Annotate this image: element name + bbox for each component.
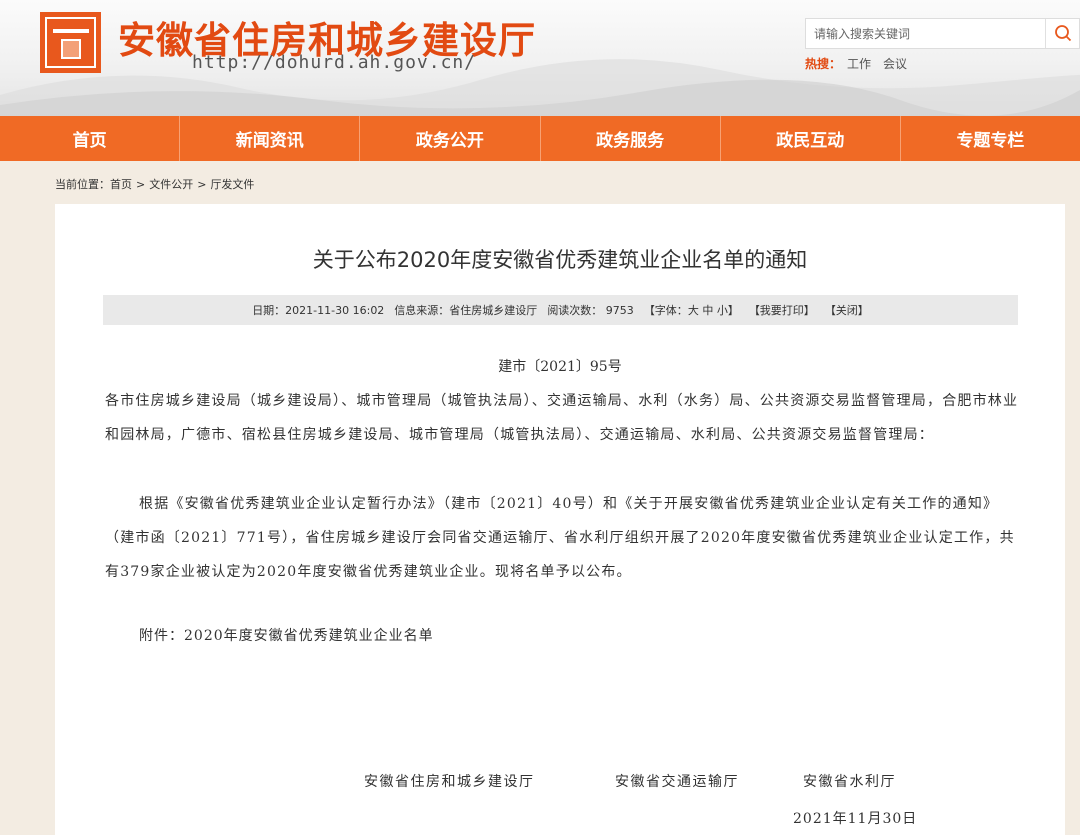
hot-search: 热搜： 工作 会议 bbox=[805, 55, 907, 72]
font-large-button[interactable]: 大 bbox=[688, 304, 699, 317]
search-input[interactable] bbox=[806, 19, 1046, 48]
close-button[interactable]: 【关闭】 bbox=[825, 302, 869, 318]
breadcrumb-separator: > bbox=[136, 178, 146, 191]
search-icon bbox=[1055, 25, 1072, 42]
main-nav: 首页 新闻资讯 政务公开 政务服务 政民互动 专题专栏 bbox=[0, 116, 1080, 161]
attachment-link[interactable]: 附件：2020年度安徽省优秀建筑业企业名单 bbox=[139, 625, 434, 645]
site-header: 安徽省住房和城乡建设厅 http://dohurd.ah.gov.cn/ 热搜：… bbox=[0, 0, 1080, 116]
font-medium-button[interactable]: 中 bbox=[702, 304, 713, 317]
body-paragraph: 根据《安徽省优秀建筑业企业认定暂行办法》（建市〔2021〕40号）和《关于开展安… bbox=[105, 496, 1015, 580]
site-url: http://dohurd.ah.gov.cn/ bbox=[192, 52, 477, 73]
signer-transport-dept: 安徽省交通运输厅 bbox=[615, 774, 739, 790]
breadcrumb-file-public[interactable]: 文件公开 bbox=[149, 178, 193, 191]
document-number: 建市〔2021〕95号 bbox=[498, 359, 622, 375]
nav-item-home[interactable]: 首页 bbox=[0, 116, 181, 161]
font-small-button[interactable]: 小 bbox=[717, 304, 728, 317]
article-views: 阅读次数： 9753 bbox=[547, 304, 634, 317]
breadcrumb-prefix: 当前位置： bbox=[55, 178, 110, 191]
signer-water-dept: 安徽省水利厅 bbox=[803, 774, 896, 790]
article-date: 日期：2021-11-30 16:02 bbox=[252, 304, 385, 317]
search-button[interactable] bbox=[1045, 19, 1079, 48]
nav-item-gov-services[interactable]: 政务服务 bbox=[541, 116, 721, 161]
hot-search-label: 热搜： bbox=[805, 57, 842, 71]
article-info-bar: 日期：2021-11-30 16:02 信息来源：省住房城乡建设厅 阅读次数： … bbox=[103, 295, 1018, 325]
search-box bbox=[805, 18, 1080, 49]
nav-item-interaction[interactable]: 政民互动 bbox=[721, 116, 901, 161]
nav-item-news[interactable]: 新闻资讯 bbox=[180, 116, 361, 161]
recipients-paragraph: 各市住房城乡建设局（城乡建设局）、城市管理局（城管执法局）、交通运输局、水利（水… bbox=[105, 393, 1019, 443]
article-source: 信息来源：省住房城乡建设厅 bbox=[394, 304, 538, 317]
font-size-controls: 【字体：大 中 小】 bbox=[644, 302, 739, 318]
breadcrumb-home[interactable]: 首页 bbox=[110, 178, 132, 191]
signature-date: 2021年11月30日 bbox=[793, 811, 918, 827]
hot-link-meeting[interactable]: 会议 bbox=[883, 57, 907, 71]
hot-link-work[interactable]: 工作 bbox=[847, 57, 871, 71]
font-size-label: 【字体： bbox=[643, 304, 688, 317]
font-size-suffix: 】 bbox=[727, 304, 739, 317]
breadcrumb: 当前位置：首页 > 文件公开 > 厅发文件 bbox=[55, 176, 254, 192]
print-button[interactable]: 【我要打印】 bbox=[749, 302, 815, 318]
breadcrumb-separator: > bbox=[197, 178, 207, 191]
nav-item-gov-affairs[interactable]: 政务公开 bbox=[360, 116, 541, 161]
breadcrumb-dept-files[interactable]: 厅发文件 bbox=[210, 178, 254, 191]
site-logo[interactable] bbox=[40, 12, 101, 73]
article-title: 关于公布2020年度安徽省优秀建筑业企业名单的通知 bbox=[312, 248, 808, 272]
nav-item-topics[interactable]: 专题专栏 bbox=[901, 116, 1080, 161]
signer-housing-dept: 安徽省住房和城乡建设厅 bbox=[364, 774, 535, 790]
article-panel: 关于公布2020年度安徽省优秀建筑业企业名单的通知 日期：2021-11-30 … bbox=[55, 204, 1065, 835]
logo-emblem-icon bbox=[45, 17, 96, 68]
